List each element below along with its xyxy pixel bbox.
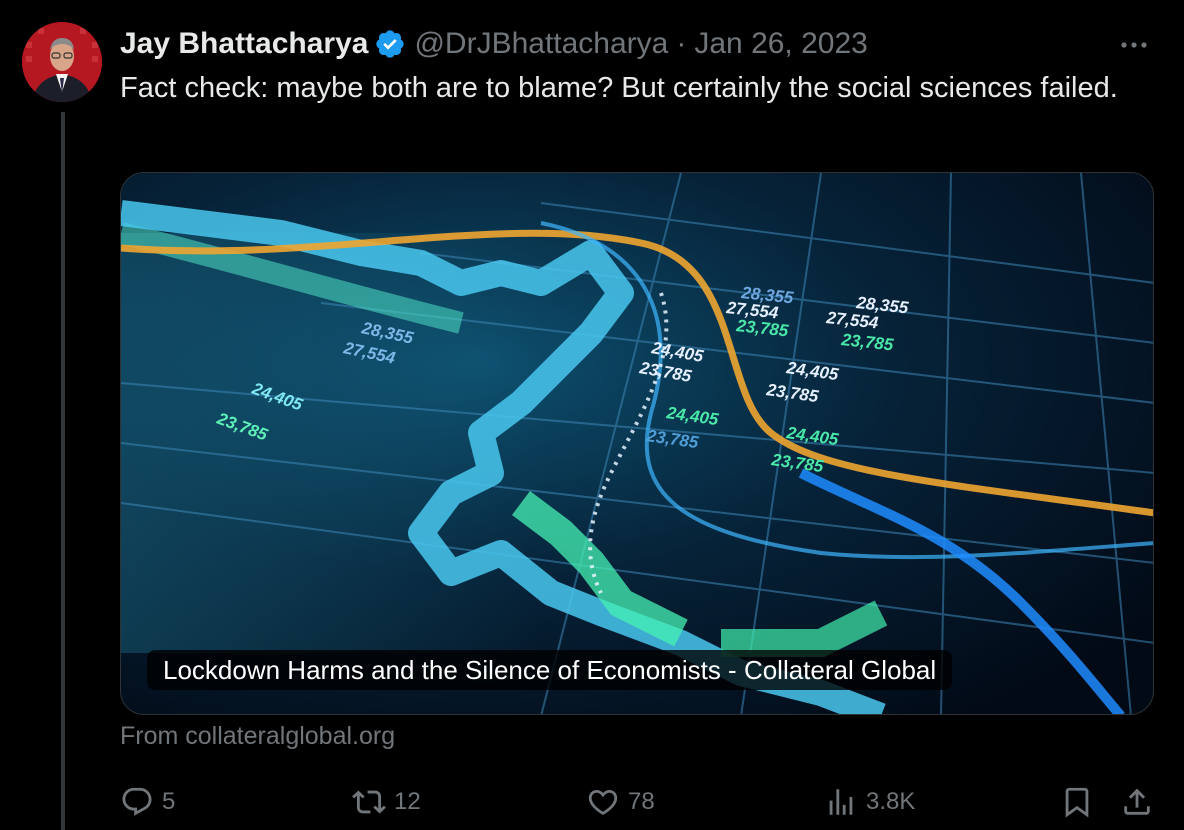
share-icon	[1124, 788, 1150, 815]
like-button[interactable]: 78	[586, 782, 655, 822]
bookmark-button[interactable]	[1060, 782, 1102, 822]
more-horizontal-icon[interactable]	[1118, 30, 1150, 60]
action-bar: 5 12 78 3.8K	[120, 782, 1154, 822]
thread-connector-line	[61, 112, 65, 830]
tweet-text: Fact check: maybe both are to blame? But…	[120, 72, 1118, 104]
retweet-button[interactable]: 12	[352, 782, 421, 822]
retweet-count: 12	[394, 788, 421, 815]
bookmark-icon	[1065, 787, 1089, 818]
tweet-header: Jay Bhattacharya @DrJBhattacharya · Jan …	[120, 24, 868, 64]
views-count: 3.8K	[866, 788, 916, 815]
card-image: 28,355 27,554 24,405 23,785 24,405 23,78…	[121, 173, 1153, 714]
separator-dot: ·	[676, 27, 687, 60]
views-chart-icon	[829, 789, 853, 815]
card-source[interactable]: From collateralglobal.org	[120, 722, 395, 751]
verified-badge-icon	[376, 30, 405, 58]
reply-button[interactable]: 5	[120, 782, 175, 822]
author-handle[interactable]: @DrJBhattacharya	[414, 27, 668, 61]
retweet-icon	[352, 790, 386, 814]
heart-icon	[588, 789, 618, 815]
share-button[interactable]	[1120, 782, 1162, 822]
card-title: Lockdown Harms and the Silence of Econom…	[147, 650, 953, 690]
views-button[interactable]: 3.8K	[824, 782, 915, 822]
avatar[interactable]	[22, 22, 102, 102]
like-count: 78	[628, 788, 655, 815]
link-card[interactable]: 28,355 27,554 24,405 23,785 24,405 23,78…	[120, 172, 1154, 715]
reply-count: 5	[162, 788, 176, 815]
author-name[interactable]: Jay Bhattacharya	[120, 27, 368, 61]
tweet-date[interactable]: Jan 26, 2023	[694, 27, 867, 61]
reply-icon	[122, 787, 152, 816]
avatar-image	[22, 22, 102, 102]
